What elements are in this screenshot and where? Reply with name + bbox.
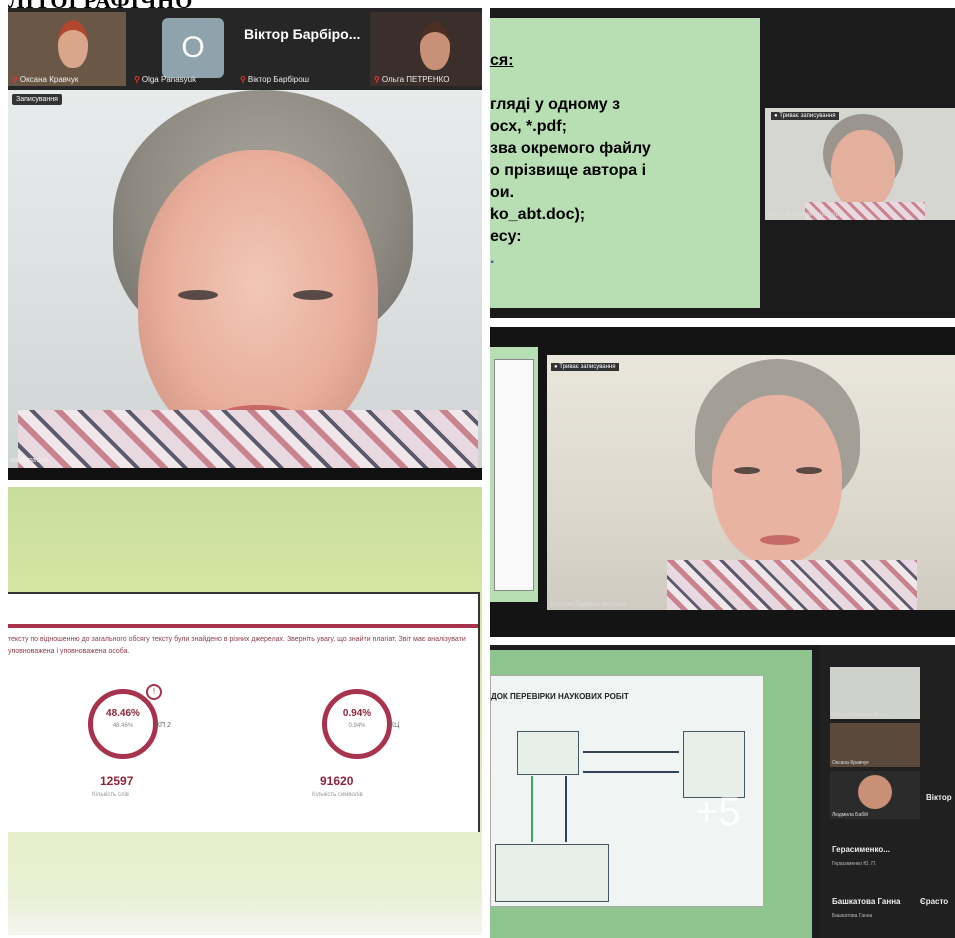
- participant-name: Оксана Кравчук: [19, 75, 79, 84]
- recording-badge: ● Триває записування: [551, 363, 619, 371]
- char-count-label: Кількість символів: [312, 792, 363, 798]
- participant-shirt: [667, 560, 917, 610]
- similarity-sub: 48.46%: [112, 723, 134, 729]
- eye: [293, 290, 333, 300]
- quote-sub: 0.94%: [348, 723, 366, 729]
- participant-face: [831, 130, 895, 210]
- mic-muted-icon: ⚲: [374, 75, 380, 84]
- quote-circle: 0.94% 0.94%: [322, 689, 392, 759]
- participant-face: [712, 395, 842, 565]
- eye: [734, 467, 760, 474]
- similarity-circle: 48.46% 48.46%: [88, 689, 158, 759]
- slide-title: ДОК ПЕРЕВІРКИ НАУКОВИХ РОБІТ: [491, 692, 629, 701]
- diagram-arrow: [583, 771, 679, 773]
- char-count: 91620: [320, 774, 354, 788]
- report-background: [8, 832, 482, 935]
- similarity-tag: КП 2: [156, 722, 171, 729]
- recording-badge: ● Триває записування: [771, 112, 839, 120]
- slide-line: ko_abt.doc);: [490, 206, 586, 223]
- diagram-arrow: [531, 776, 533, 842]
- report-divider: [8, 624, 478, 628]
- participant-tile[interactable]: ⚲ Ольга ПЕТРЕНКО: [370, 12, 482, 86]
- avatar: [420, 22, 450, 70]
- avatar: [58, 20, 88, 68]
- participant-tile[interactable]: Віктор Барбіро... ⚲ Віктор Барбірош: [236, 12, 366, 86]
- mic-muted-icon: ⚲: [12, 75, 18, 84]
- participant-face: [138, 150, 378, 450]
- avatar-letter: O: [162, 18, 224, 78]
- diagram-arrow: [565, 776, 567, 842]
- lips: [760, 535, 800, 545]
- speaker-name: Наталія Павлівна Лопатіна: [551, 602, 626, 608]
- diagram-box-committee: [495, 844, 609, 902]
- slide-line: о прізвище автора і: [490, 162, 647, 179]
- participant-shirt: [18, 410, 478, 468]
- quote-tag: КЦ: [390, 722, 400, 729]
- word-count: 12597: [100, 774, 134, 788]
- participant-tile[interactable]: Наталія Павлівна Лопат...: [830, 667, 920, 719]
- word-count-label: Кількість слів: [92, 792, 129, 798]
- zoom-shared-slide-top: ся: гляді у одному з осх, *.pdf; зва окр…: [490, 8, 955, 318]
- plagiarism-report: тексту по відношенню до загального обсяг…: [8, 487, 482, 935]
- shared-slide: ся: гляді у одному з осх, *.pdf; зва окр…: [490, 18, 760, 308]
- participant-tile[interactable]: Оксана Кравчук: [830, 723, 920, 767]
- speaker-name: на Лопатіна: [10, 457, 49, 464]
- speaker-name: Наталія Павлівна Лопатіна: [769, 212, 844, 218]
- zoom-toolbar[interactable]: [8, 468, 482, 480]
- participant-tile[interactable]: ⚲ Оксана Кравчук: [8, 12, 126, 86]
- participants-panel: Наталія Павлівна Лопат... Оксана Кравчук…: [820, 645, 955, 938]
- slide-line: гляді у одному з: [490, 96, 621, 113]
- participant-thumbnails: ⚲ Оксана Кравчук O ⚲ Olga Panasyuk Віктор …: [8, 8, 482, 90]
- slide-line: осх, *.pdf;: [490, 118, 567, 135]
- eye: [796, 467, 822, 474]
- participant-name: Віктор Барбірош: [247, 75, 310, 84]
- zoom-gallery-bottom: ДОК ПЕРЕВІРКИ НАУКОВИХ РОБІТ +5 Наталія …: [490, 645, 955, 938]
- participant-name: Башкатова Ганна: [832, 897, 901, 906]
- slide-line: ся:: [490, 52, 514, 69]
- eye: [178, 290, 218, 300]
- mic-muted-icon: ⚲: [240, 75, 246, 84]
- main-video: Записування на Лопатіна: [8, 90, 482, 468]
- similarity-percent: 48.46%: [106, 708, 140, 719]
- shared-slide-bg: ДОК ПЕРЕВІРКИ НАУКОВИХ РОБІТ +5: [490, 650, 812, 938]
- diagram-arrow: [583, 751, 679, 753]
- zoom-speaker-view-middle: ● Триває записування Наталія Павлівна Ло…: [490, 327, 955, 637]
- participant-tile[interactable]: Людмила Бабій: [830, 771, 920, 819]
- slide-page: [494, 359, 534, 591]
- participant-name: Герасименко...: [832, 845, 890, 854]
- participant-name: Оксана Кравчук: [832, 760, 869, 766]
- main-video[interactable]: ● Триває записування Наталія Павлівна Ло…: [547, 355, 955, 610]
- zoom-speaker-view: ⚲ Оксана Кравчук O ⚲ Olga Panasyuk Віктор …: [8, 8, 482, 480]
- participant-name: Віктор: [926, 793, 952, 802]
- participant-name: Ольга ПЕТРЕНКО: [381, 75, 450, 84]
- diagram-box-review: [683, 731, 745, 798]
- warning-icon[interactable]: !: [146, 684, 162, 700]
- recording-badge: Записування: [12, 94, 62, 105]
- speaker-mini-video[interactable]: ● Триває записування Наталія Павлівна Ло…: [765, 108, 955, 220]
- participant-subname: Башкатова Ганна: [832, 913, 873, 919]
- report-notice: тексту по відношенню до загального обсяг…: [8, 636, 466, 655]
- participant-subname: Герасименко Ю. П.: [832, 861, 877, 867]
- slide-line: .: [490, 250, 495, 267]
- slide-line: зва окремого файлу: [490, 140, 651, 157]
- slide-line: ои.: [490, 184, 515, 201]
- mic-muted-icon: ⚲: [134, 75, 140, 84]
- more-participants-count[interactable]: +5: [695, 790, 741, 835]
- report-card: тексту по відношенню до загального обсяг…: [8, 592, 480, 834]
- shared-slide-edge: [490, 347, 538, 602]
- participant-tile[interactable]: O ⚲ Olga Panasyuk: [130, 12, 232, 86]
- quote-percent: 0.94%: [342, 708, 372, 719]
- participant-name: Наталія Павлівна Лопат...: [832, 712, 892, 718]
- participant-name: Єрасто: [920, 897, 949, 906]
- participant-name: Olga Panasyuk: [141, 75, 197, 84]
- diagram-box-author: [517, 731, 579, 775]
- slide-line: есу:: [490, 228, 522, 245]
- avatar: [858, 775, 892, 809]
- participant-title: Віктор Барбіро...: [244, 26, 361, 42]
- participant-name: Людмила Бабій: [832, 812, 868, 818]
